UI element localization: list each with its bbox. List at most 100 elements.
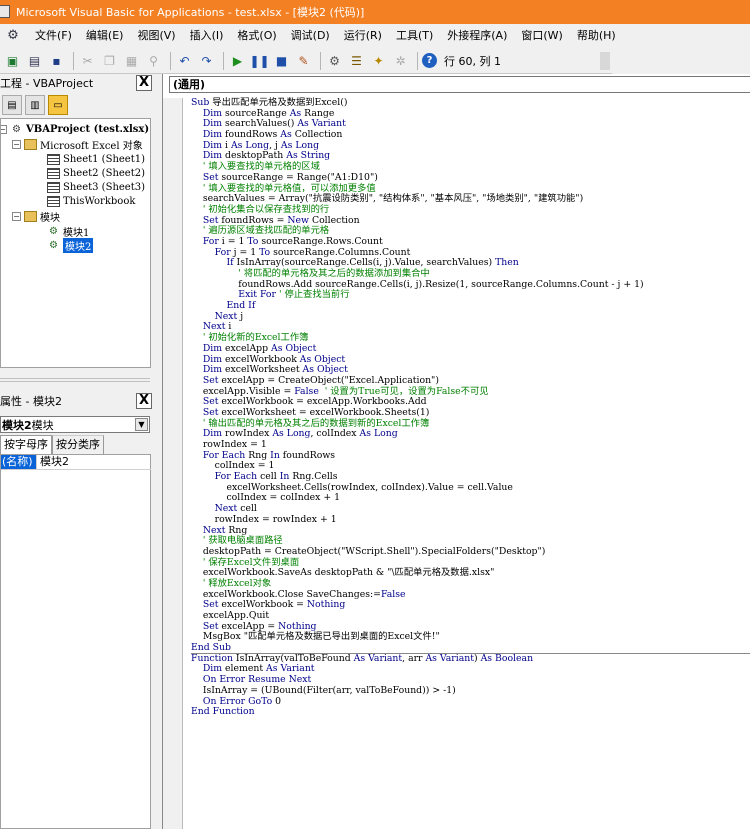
project-explorer-icon[interactable]: ⚙ — [325, 51, 344, 70]
code-line[interactable]: excelWorkbook.SaveAs desktopPath & "\匹配单… — [191, 567, 750, 579]
code-keyword: To — [247, 235, 262, 247]
code-line[interactable]: MsgBox "匹配单元格及数据已导出到桌面的Excel文件!" — [191, 632, 750, 643]
object-combo[interactable]: (通用) — [169, 76, 750, 93]
view-object-icon[interactable]: ▥ — [25, 95, 45, 115]
code-line[interactable]: On Error GoTo 0 — [191, 696, 750, 708]
vba-icon[interactable]: ⚙ — [4, 27, 22, 45]
code-line[interactable]: colIndex = colIndex + 1 — [191, 493, 750, 504]
left-panels: 工程 - VBAProject X ▤ ▥ ▭ − ⚙ VBAProject (… — [0, 74, 155, 829]
toolbar-options-icon[interactable] — [600, 52, 610, 70]
menu-view[interactable]: 视图(V) — [130, 25, 182, 47]
copy-icon[interactable]: ❐ — [100, 51, 119, 70]
tree-label: VBAProject (test.xlsx) — [26, 123, 150, 135]
panel-splitter[interactable] — [0, 374, 155, 392]
close-icon[interactable]: X — [136, 75, 152, 91]
project-panel-title: 工程 - VBAProject — [0, 77, 94, 90]
excel-app-icon[interactable] — [0, 5, 10, 18]
code-keyword: On Error Resume Next — [202, 674, 312, 686]
tab-alphabetic[interactable]: 按字母序 — [0, 435, 52, 454]
code-keyword: As — [289, 107, 305, 119]
sheet-icon — [47, 181, 60, 193]
code-token: Collection — [311, 214, 360, 226]
object-selector[interactable]: 模块2 模块 ▼ — [0, 416, 150, 433]
redo-icon[interactable]: ↷ — [197, 51, 216, 70]
code-line[interactable]: End Function — [191, 706, 750, 718]
code-line[interactable]: Set excelWorkbook = Nothing — [191, 599, 750, 611]
toolbar-separator — [320, 51, 321, 70]
toolbox-icon[interactable]: ✲ — [391, 51, 410, 70]
tree-node-module1[interactable]: ⚙ 模块1 — [47, 224, 89, 239]
tree-label: 模块 — [40, 212, 60, 224]
code-text[interactable]: Sub 导出匹配单元格及数据到Excel() Dim sourceRange A… — [191, 97, 750, 718]
reset-icon[interactable]: ■ — [272, 51, 291, 70]
code-token: sourceRange.Columns.Count — [273, 246, 411, 258]
code-keyword: In — [270, 449, 283, 461]
view-code-icon[interactable]: ▤ — [2, 95, 22, 115]
insert-module-icon[interactable]: ▤ — [25, 51, 44, 70]
code-keyword: For Each — [214, 471, 261, 483]
code-keyword: End Sub — [191, 642, 231, 654]
code-line[interactable]: rowIndex = rowIndex + 1 — [191, 514, 750, 526]
code-line[interactable]: End If — [191, 300, 750, 312]
code-token: ) — [473, 652, 481, 664]
menu-debug[interactable]: 调试(D) — [284, 25, 337, 47]
menu-insert[interactable]: 插入(I) — [183, 25, 231, 47]
object-browser-icon[interactable]: ✦ — [369, 51, 388, 70]
tree-node-sheet3[interactable]: Sheet3 (Sheet3) — [47, 180, 145, 194]
tab-categorized[interactable]: 按分类序 — [52, 435, 104, 454]
menu-help[interactable]: 帮助(H) — [570, 25, 623, 47]
menu-tools[interactable]: 工具(T) — [389, 25, 440, 47]
tree-node-module2[interactable]: ⚙ 模块2 — [47, 237, 94, 253]
code-line[interactable]: For Each Rng In foundRows — [191, 449, 750, 462]
code-token: searchValues() — [225, 118, 298, 130]
break-icon[interactable]: ❚❚ — [249, 51, 269, 70]
menu-edit[interactable]: 编辑(E) — [79, 25, 131, 47]
code-token: colIndex = colIndex + 1 — [191, 492, 341, 504]
toggle-folders-icon[interactable]: ▭ — [48, 95, 68, 115]
undo-icon[interactable]: ↶ — [175, 51, 194, 70]
help-icon[interactable]: ? — [422, 53, 437, 68]
design-mode-icon[interactable]: ✎ — [294, 51, 313, 70]
collapse-icon[interactable]: − — [12, 139, 21, 149]
code-line[interactable]: Next j — [191, 311, 750, 323]
menu-addins[interactable]: 外接程序(A) — [440, 25, 514, 47]
code-keyword: New — [287, 214, 312, 226]
run-icon[interactable]: ▶ — [228, 51, 247, 70]
property-row[interactable]: (名称) 模块2 — [1, 455, 151, 470]
menu-run[interactable]: 运行(R) — [337, 25, 389, 47]
margin-indicator-bar[interactable] — [163, 98, 183, 829]
view-excel-icon[interactable]: ▣ — [3, 51, 22, 70]
toolbar-separator — [223, 51, 224, 70]
code-token: i — [228, 321, 232, 333]
find-icon[interactable]: ⚲ — [144, 51, 163, 70]
properties-panel-header: 属性 - 模块2 X — [0, 392, 155, 410]
collapse-icon[interactable]: − — [1, 124, 7, 134]
close-icon[interactable]: X — [136, 393, 152, 409]
menu-window[interactable]: 窗口(W) — [514, 25, 569, 47]
cut-icon[interactable]: ✂ — [78, 51, 97, 70]
save-icon[interactable]: ▪ — [47, 51, 66, 70]
tree-node-modules[interactable]: − 模块 — [12, 209, 60, 224]
tree-node-vbaproject[interactable]: − ⚙ VBAProject (test.xlsx) — [1, 122, 150, 136]
property-value[interactable]: 模块2 — [36, 455, 69, 469]
tree-node-thisworkbook[interactable]: ThisWorkbook — [47, 194, 135, 208]
code-editor[interactable]: Sub 导出匹配单元格及数据到Excel() Dim sourceRange A… — [163, 97, 750, 829]
code-line[interactable]: Exit For ' 停止查找当前行 — [191, 290, 750, 301]
properties-window-icon[interactable]: ☰ — [347, 51, 366, 70]
project-toolbar: ▤ ▥ ▭ — [0, 92, 155, 118]
collapse-icon[interactable]: − — [12, 211, 21, 221]
menu-file[interactable]: 文件(F) — [28, 25, 79, 47]
tree-node-excel-objects[interactable]: − Microsoft Excel 对象 — [12, 137, 143, 152]
paste-icon[interactable]: ▦ — [122, 51, 141, 70]
code-line[interactable]: Dim rowIndex As Long, colIndex As Long — [191, 428, 750, 440]
tree-node-sheet2[interactable]: Sheet2 (Sheet2) — [47, 166, 145, 180]
menu-format[interactable]: 格式(O) — [230, 25, 283, 47]
code-token: excelWorkbook — [225, 353, 300, 365]
code-token: excelWorkbook = excelApp.Workbooks.Add — [221, 396, 427, 408]
chevron-down-icon[interactable]: ▼ — [135, 418, 148, 431]
tree-node-sheet1[interactable]: Sheet1 (Sheet1) — [47, 152, 145, 166]
